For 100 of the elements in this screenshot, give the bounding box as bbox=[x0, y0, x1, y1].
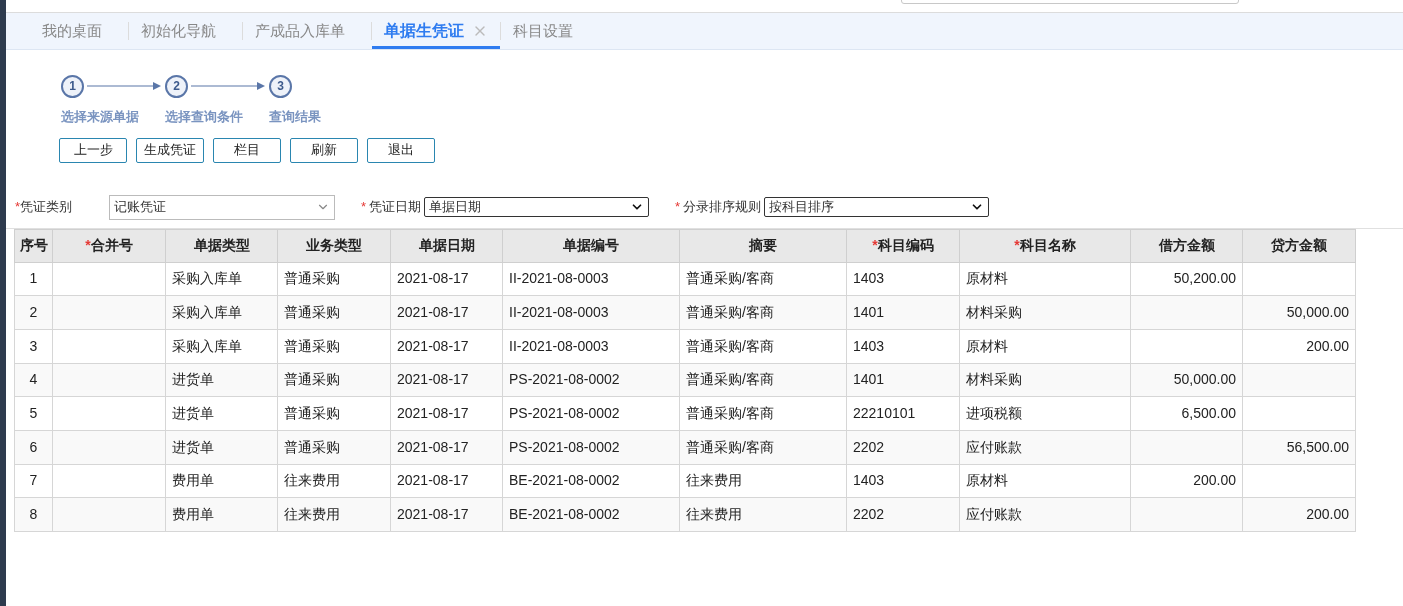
table-cell: 普通采购/客商 bbox=[679, 262, 847, 296]
table-cell: 费用单 bbox=[165, 464, 278, 498]
column-header: 序号 bbox=[19, 237, 48, 253]
required-mark: * bbox=[15, 198, 21, 217]
table-cell: 2021-08-17 bbox=[390, 396, 503, 431]
table-cell: 普通采购/客商 bbox=[679, 295, 847, 330]
table-cell: PS-2021-08-0002 bbox=[502, 396, 680, 431]
table-cell: 进货单 bbox=[165, 430, 278, 465]
toolbar-button[interactable]: 生成凭证 bbox=[136, 137, 204, 163]
table-cell: PS-2021-08-0002 bbox=[502, 430, 680, 465]
table-cell: 采购入库单 bbox=[165, 262, 278, 296]
column-header: 贷方金额 bbox=[1271, 237, 1327, 253]
table-cell: 2202 bbox=[846, 430, 960, 465]
column-header: 单据日期 bbox=[418, 237, 475, 253]
table-cell: PS-2021-08-0002 bbox=[502, 363, 680, 397]
table-cell: II-2021-08-0003 bbox=[502, 262, 680, 296]
step-number: 3 bbox=[269, 74, 292, 98]
table-cell: 50,000.00 bbox=[1242, 295, 1356, 330]
table-cell: 普通采购/客商 bbox=[679, 363, 847, 397]
table-cell: 原材料 bbox=[959, 464, 1131, 498]
table-cell: 6 bbox=[14, 430, 53, 465]
select-field[interactable]: 按科目排序 bbox=[764, 197, 990, 217]
table-cell: 应付账款 bbox=[959, 497, 1131, 532]
select-field[interactable]: 单据日期 bbox=[424, 197, 650, 217]
required-mark: * bbox=[361, 198, 367, 217]
table-cell: 1403 bbox=[846, 464, 960, 498]
table-cell: 1401 bbox=[846, 363, 960, 397]
table-cell: 200.00 bbox=[1130, 464, 1243, 498]
table-cell: 4 bbox=[14, 363, 53, 397]
table-cell: 50,200.00 bbox=[1130, 262, 1243, 296]
table-cell: 往来费用 bbox=[679, 497, 847, 532]
toolbar-button[interactable]: 上一步 bbox=[59, 137, 127, 163]
table-cell: 2021-08-17 bbox=[390, 329, 503, 364]
required-mark: * bbox=[675, 198, 681, 217]
table-cell: 材料采购 bbox=[959, 295, 1131, 330]
column-header: 单据编号 bbox=[563, 237, 619, 253]
step-number: 2 bbox=[165, 74, 188, 98]
filter-label: 分录排序规则 bbox=[683, 198, 762, 217]
table-cell: 2202 bbox=[846, 497, 960, 532]
table-cell: 22210101 bbox=[846, 396, 960, 431]
table-cell: 1403 bbox=[846, 262, 960, 296]
table-cell: 200.00 bbox=[1242, 497, 1356, 532]
toolbar-button[interactable]: 刷新 bbox=[290, 137, 358, 163]
table-cell: 2021-08-17 bbox=[390, 363, 503, 397]
table-cell: 2 bbox=[14, 295, 53, 330]
table-cell: 进项税额 bbox=[959, 396, 1131, 431]
column-header: 借方金额 bbox=[1158, 237, 1215, 253]
column-header: 科目名称 bbox=[1019, 237, 1076, 253]
table-cell: 1 bbox=[14, 262, 53, 296]
table-cell: 6,500.00 bbox=[1130, 396, 1243, 431]
table-cell: 2021-08-17 bbox=[390, 497, 503, 532]
table-cell: 200.00 bbox=[1242, 329, 1356, 364]
step-label: 选择来源单据 bbox=[61, 108, 140, 126]
arrow-icon bbox=[87, 81, 161, 91]
toolbar-button[interactable]: 栏目 bbox=[213, 137, 281, 163]
table-cell: 普通采购/客商 bbox=[679, 329, 847, 364]
table-cell: II-2021-08-0003 bbox=[502, 329, 680, 364]
tab[interactable]: 单据生凭证 bbox=[372, 13, 500, 49]
table-cell: 7 bbox=[14, 464, 53, 498]
column-header: 合并号 bbox=[90, 237, 133, 253]
table-cell: 往来费用 bbox=[277, 464, 391, 498]
table-cell: 2021-08-17 bbox=[390, 295, 503, 330]
table-cell: 普通采购 bbox=[277, 295, 391, 330]
column-header: 业务类型 bbox=[306, 237, 362, 253]
required-mark: * bbox=[872, 237, 878, 253]
table-cell: 1403 bbox=[846, 329, 960, 364]
required-mark: * bbox=[85, 237, 91, 253]
table-cell: 1401 bbox=[846, 295, 960, 330]
table-cell: 2021-08-17 bbox=[390, 430, 503, 465]
table-cell: 采购入库单 bbox=[165, 295, 278, 330]
table-cell: 材料采购 bbox=[959, 363, 1131, 397]
column-header: 摘要 bbox=[749, 237, 777, 253]
table-cell: 进货单 bbox=[165, 363, 278, 397]
table-cell: 往来费用 bbox=[277, 497, 391, 532]
column-header: 科目编码 bbox=[877, 237, 934, 253]
table-cell: 原材料 bbox=[959, 329, 1131, 364]
table-cell: BE-2021-08-0002 bbox=[502, 464, 680, 498]
table-cell: 2021-08-17 bbox=[390, 262, 503, 296]
table-cell: 5 bbox=[14, 396, 53, 431]
table-cell: 普通采购 bbox=[277, 396, 391, 431]
table-cell: 普通采购 bbox=[277, 363, 391, 397]
table-cell: 8 bbox=[14, 497, 53, 532]
table-cell: 2021-08-17 bbox=[390, 464, 503, 498]
step-number: 1 bbox=[61, 74, 84, 98]
table-cell: 费用单 bbox=[165, 497, 278, 532]
arrow-icon bbox=[191, 81, 265, 91]
table-cell: 采购入库单 bbox=[165, 329, 278, 364]
table-cell: 往来费用 bbox=[679, 464, 847, 498]
table-cell: 应付账款 bbox=[959, 430, 1131, 465]
select-field[interactable]: 记账凭证 bbox=[109, 194, 335, 220]
table-cell: 普通采购 bbox=[277, 262, 391, 296]
table-cell: 进货单 bbox=[165, 396, 278, 431]
step-label: 查询结果 bbox=[269, 108, 322, 126]
table-cell: BE-2021-08-0002 bbox=[502, 497, 680, 532]
filter-label: 凭证类别 bbox=[20, 198, 73, 217]
table-cell: 普通采购/客商 bbox=[679, 396, 847, 431]
column-header: 单据类型 bbox=[193, 237, 250, 253]
table-cell: 原材料 bbox=[959, 262, 1131, 296]
toolbar-button[interactable]: 退出 bbox=[367, 137, 435, 163]
required-mark: * bbox=[1014, 237, 1020, 253]
